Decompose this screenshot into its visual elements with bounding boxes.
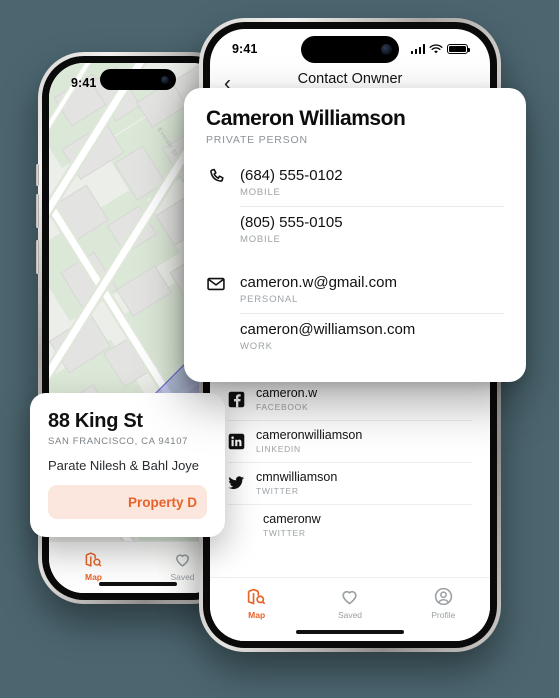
status-indicators bbox=[410, 43, 470, 55]
social-handle: cmnwilliamson bbox=[256, 470, 338, 484]
phone-group: (684) 555-0102 MOBILE (805) 555-0105 MOB… bbox=[206, 160, 504, 253]
home-indicator bbox=[99, 582, 177, 586]
email-items: cameron.w@gmail.com PERSONAL cameron@wil… bbox=[240, 267, 504, 360]
tab-map-label: Map bbox=[85, 572, 102, 582]
home-indicator bbox=[296, 629, 404, 634]
list-item[interactable]: cameronwilliamson LINKEDIN bbox=[228, 421, 472, 463]
envelope-icon bbox=[206, 267, 240, 360]
email-value: cameron.w@gmail.com bbox=[240, 274, 397, 291]
social-text: cameronwilliamson LINKEDIN bbox=[256, 428, 362, 454]
social-handle: cameronw bbox=[263, 512, 321, 526]
email-value: cameron@williamson.com bbox=[240, 321, 416, 338]
tab-profile[interactable]: Profile bbox=[397, 586, 490, 620]
social-network: LINKEDIN bbox=[256, 444, 301, 454]
property-address: 88 King St bbox=[48, 410, 143, 432]
battery-icon bbox=[447, 43, 470, 55]
email-label: PERSONAL bbox=[240, 294, 299, 305]
mockup-stage: Everett St King St Tres 9:41 bbox=[0, 0, 559, 698]
map-search-icon bbox=[247, 588, 266, 605]
list-item[interactable]: cameronw TWITTER bbox=[228, 505, 472, 546]
dynamic-island bbox=[301, 36, 399, 63]
phone-value: (684) 555-0102 bbox=[240, 167, 343, 184]
social-network: TWITTER bbox=[256, 486, 299, 496]
twitter-icon bbox=[228, 475, 245, 492]
property-city: SAN FRANCISCO, CA 94107 bbox=[48, 436, 189, 447]
tab-saved-label: Saved bbox=[170, 572, 195, 582]
dynamic-island bbox=[100, 69, 176, 90]
page-title: Contact Onwner bbox=[297, 71, 403, 87]
property-summary-card[interactable]: 88 King St SAN FRANCISCO, CA 94107 Parat… bbox=[30, 393, 225, 537]
phone-value: (805) 555-0105 bbox=[240, 214, 343, 231]
phone-icon bbox=[206, 160, 240, 253]
linkedin-icon bbox=[228, 433, 245, 450]
front-phone-status-bar: 9:41 bbox=[210, 29, 490, 69]
phone-label: MOBILE bbox=[240, 234, 281, 245]
phone-item[interactable]: (684) 555-0102 MOBILE bbox=[240, 160, 504, 206]
heart-icon bbox=[342, 590, 358, 605]
status-time: 9:41 bbox=[71, 76, 97, 90]
facebook-icon bbox=[228, 391, 245, 408]
phone-label: MOBILE bbox=[240, 187, 281, 198]
status-time: 9:41 bbox=[232, 42, 258, 56]
map-search-icon bbox=[85, 552, 102, 567]
tab-map[interactable]: Map bbox=[49, 550, 138, 582]
contact-name: Cameron Williamson bbox=[206, 107, 406, 130]
social-handle: cameronwilliamson bbox=[256, 428, 363, 442]
tab-saved[interactable]: Saved bbox=[303, 586, 396, 620]
email-label: WORK bbox=[240, 341, 273, 352]
email-item[interactable]: cameron@williamson.com WORK bbox=[240, 313, 504, 360]
property-details-button[interactable]: Property D bbox=[48, 485, 207, 519]
profile-icon bbox=[434, 587, 452, 606]
action-button[interactable] bbox=[36, 240, 39, 274]
list-item[interactable]: cmnwilliamson TWITTER bbox=[228, 463, 472, 505]
contact-details-card: Cameron Williamson PRIVATE PERSON (684) … bbox=[184, 88, 526, 382]
tab-saved-label: Saved bbox=[337, 610, 363, 620]
heart-icon bbox=[176, 554, 189, 567]
volume-up-button[interactable] bbox=[36, 164, 39, 186]
tab-profile-label: Profile bbox=[431, 610, 456, 620]
wifi-icon bbox=[429, 43, 443, 53]
social-text: cmnwilliamson TWITTER bbox=[256, 470, 337, 496]
social-text: cameronw TWITTER bbox=[263, 512, 321, 538]
contact-type: PRIVATE PERSON bbox=[206, 134, 308, 146]
social-network: TWITTER bbox=[263, 528, 306, 538]
front-phone-tab-bar[interactable]: Map Saved Profile bbox=[210, 577, 490, 641]
email-item[interactable]: cameron.w@gmail.com PERSONAL bbox=[240, 267, 504, 313]
property-owner: Parate Nilesh & Bahl Joye bbox=[48, 458, 200, 473]
social-network: FACEBOOK bbox=[256, 402, 309, 412]
phone-item[interactable]: (805) 555-0105 MOBILE bbox=[240, 206, 504, 253]
front-camera-icon bbox=[381, 44, 392, 55]
social-handle: cameron.w bbox=[256, 386, 318, 400]
tab-map-label: Map bbox=[248, 610, 266, 620]
volume-down-button[interactable] bbox=[36, 194, 39, 228]
front-camera-icon bbox=[161, 75, 169, 84]
phone-items: (684) 555-0102 MOBILE (805) 555-0105 MOB… bbox=[240, 160, 504, 253]
tab-map[interactable]: Map bbox=[210, 586, 303, 620]
email-group: cameron.w@gmail.com PERSONAL cameron@wil… bbox=[206, 267, 504, 360]
list-item[interactable]: cameron.w FACEBOOK bbox=[228, 379, 472, 421]
signal-icon bbox=[410, 44, 425, 54]
social-text: cameron.w FACEBOOK bbox=[256, 386, 317, 412]
social-accounts-list: cameron.w FACEBOOK cameronwilliamson LIN… bbox=[210, 379, 490, 546]
